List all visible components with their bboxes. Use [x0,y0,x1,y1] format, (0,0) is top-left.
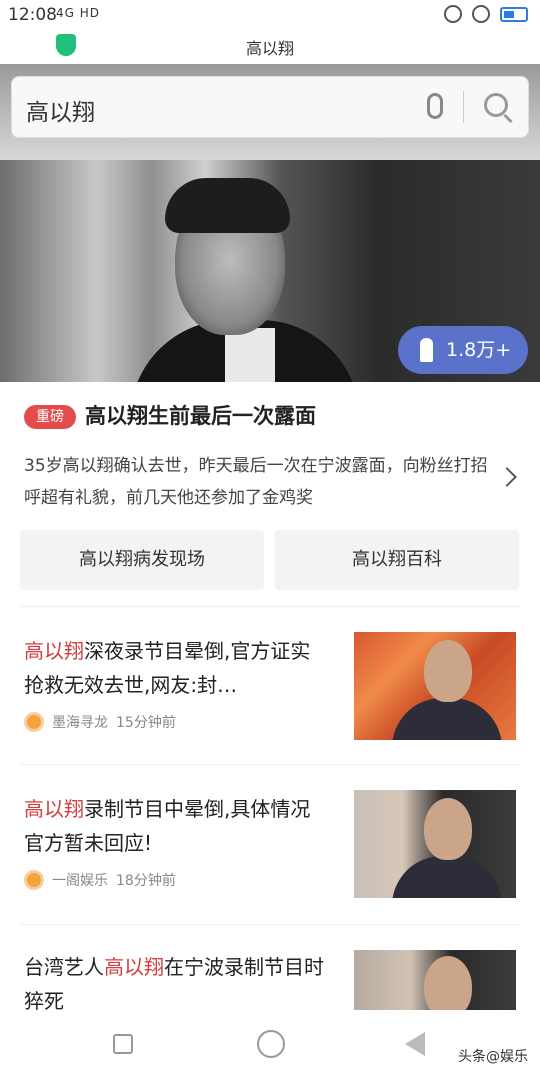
hero-figure-shirt [225,328,275,382]
status-icons [444,5,528,23]
headline-title[interactable]: 高以翔生前最后一次露面 [85,400,316,430]
source-avatar-icon [24,870,44,890]
news-meta: 一阁娱乐 18分钟前 [24,870,176,890]
search-input[interactable]: 高以翔 [11,76,529,138]
alarm-icon [444,5,462,23]
thumb-face [424,798,472,860]
back-button[interactable] [405,1032,425,1056]
search-separator [463,91,464,123]
divider [20,924,520,925]
news-time: 18分钟前 [116,873,176,889]
candle-icon [420,338,433,362]
microphone-icon[interactable] [427,93,443,119]
news-title: 高以翔深夜录节目晕倒,官方证实抢救无效去世,网友:封… [24,634,324,702]
watermark: 头条@娱乐 [458,1049,528,1065]
search-icon[interactable] [484,93,508,117]
source-avatar-icon [24,712,44,732]
recents-button[interactable] [113,1034,133,1054]
news-title-pre: 台湾艺人 [24,955,104,979]
headline-badge: 重磅 [24,405,76,429]
news-title-highlight: 高以翔 [24,639,84,663]
tag-button-wiki[interactable]: 高以翔百科 [275,530,519,590]
news-source: 一阁娱乐 [52,873,108,889]
search-query: 高以翔 [26,100,95,126]
thumb-face [424,956,472,1010]
battery-icon [500,6,528,22]
thumb-body [392,856,502,898]
thumb-face [424,640,472,702]
status-time: 12:08 [8,5,57,25]
news-title-highlight: 高以翔 [104,955,164,979]
lock-icon [472,5,490,23]
news-item[interactable]: 台湾艺人高以翔在宁波录制节目时猝死 [0,950,540,1010]
likes-button[interactable]: 1.8万+ [398,326,528,374]
search-area: 高以翔 [0,64,540,160]
news-thumbnail [354,950,516,1010]
system-nav-bar [0,1010,540,1080]
headline-summary[interactable]: 35岁高以翔确认去世，昨天最后一次在宁波露面，向粉丝打招呼超有礼貌，前几天他还参… [24,450,494,514]
news-source: 墨海寻龙 [52,715,108,731]
status-bar: 12:08 4G HD [0,0,540,30]
signal-indicator: 4G HD [56,6,101,20]
divider [20,764,520,765]
chevron-right-icon[interactable] [497,467,517,487]
news-time: 15分钟前 [116,715,176,731]
news-title: 高以翔录制节目中晕倒,具体情况官方暂未回应! [24,792,324,860]
thumb-body [392,698,502,740]
page-title: 高以翔 [245,39,294,58]
news-meta: 墨海寻龙 15分钟前 [24,712,176,732]
divider [20,606,520,607]
tag-button-scene[interactable]: 高以翔病发现场 [20,530,264,590]
news-title: 台湾艺人高以翔在宁波录制节目时猝死 [24,950,324,1010]
news-item[interactable]: 高以翔录制节目中晕倒,具体情况官方暂未回应! 一阁娱乐 18分钟前 [0,790,540,942]
title-bar: 高以翔 [0,30,540,64]
home-button[interactable] [257,1030,285,1058]
news-thumbnail [354,790,516,898]
news-title-highlight: 高以翔 [24,797,84,821]
hero-image[interactable]: 1.8万+ [0,160,540,382]
news-thumbnail [354,632,516,740]
hero-figure-hair [165,178,290,233]
likes-count: 1.8万+ [446,339,512,361]
news-item[interactable]: 高以翔深夜录节目晕倒,官方证实抢救无效去世,网友:封… 墨海寻龙 15分钟前 [0,632,540,784]
